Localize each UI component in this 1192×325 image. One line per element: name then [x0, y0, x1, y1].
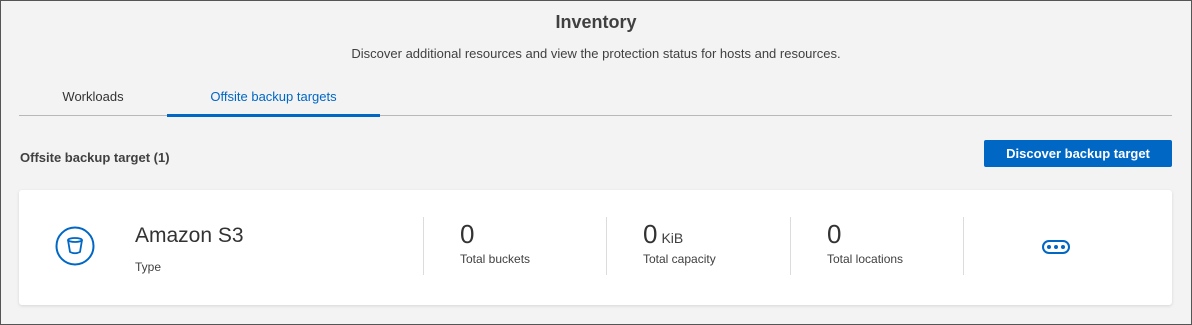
- target-type-label: Type: [135, 260, 162, 274]
- dot: [1047, 245, 1051, 249]
- metric-value: 0: [643, 219, 658, 249]
- metric-total-locations: 0 Total locations: [827, 220, 903, 266]
- page-subtitle: Discover additional resources and view t…: [351, 46, 841, 61]
- metric-unit: KiB: [661, 230, 684, 246]
- metric-label: Total capacity: [643, 252, 716, 266]
- bucket-icon: [55, 226, 95, 266]
- tab-bar: Workloads Offsite backup targets: [19, 79, 1172, 117]
- metric-total-capacity: 0 KiB Total capacity: [643, 220, 716, 266]
- discover-backup-target-button[interactable]: Discover backup target: [984, 140, 1172, 167]
- metric-total-buckets: 0 Total buckets: [460, 220, 530, 266]
- page-title: Inventory: [555, 12, 637, 32]
- more-options-icon[interactable]: [1042, 240, 1070, 254]
- divider: [423, 217, 424, 275]
- dot: [1061, 245, 1065, 249]
- section-title: Offsite backup target (1): [20, 150, 170, 165]
- metric-value: 0: [460, 219, 475, 249]
- metric-value: 0: [827, 219, 842, 249]
- divider: [963, 217, 964, 275]
- dot: [1054, 245, 1058, 249]
- divider: [790, 217, 791, 275]
- tab-workloads[interactable]: Workloads: [19, 79, 167, 115]
- metric-label: Total locations: [827, 252, 904, 266]
- backup-target-card: Amazon S3 Type 0 Total buckets 0 KiB Tota…: [19, 190, 1172, 305]
- target-name: Amazon S3: [135, 224, 244, 247]
- inventory-page: Inventory Discover additional resources …: [0, 0, 1192, 325]
- tab-offsite-backup-targets[interactable]: Offsite backup targets: [167, 79, 380, 117]
- metric-label: Total buckets: [460, 252, 531, 266]
- divider: [606, 217, 607, 275]
